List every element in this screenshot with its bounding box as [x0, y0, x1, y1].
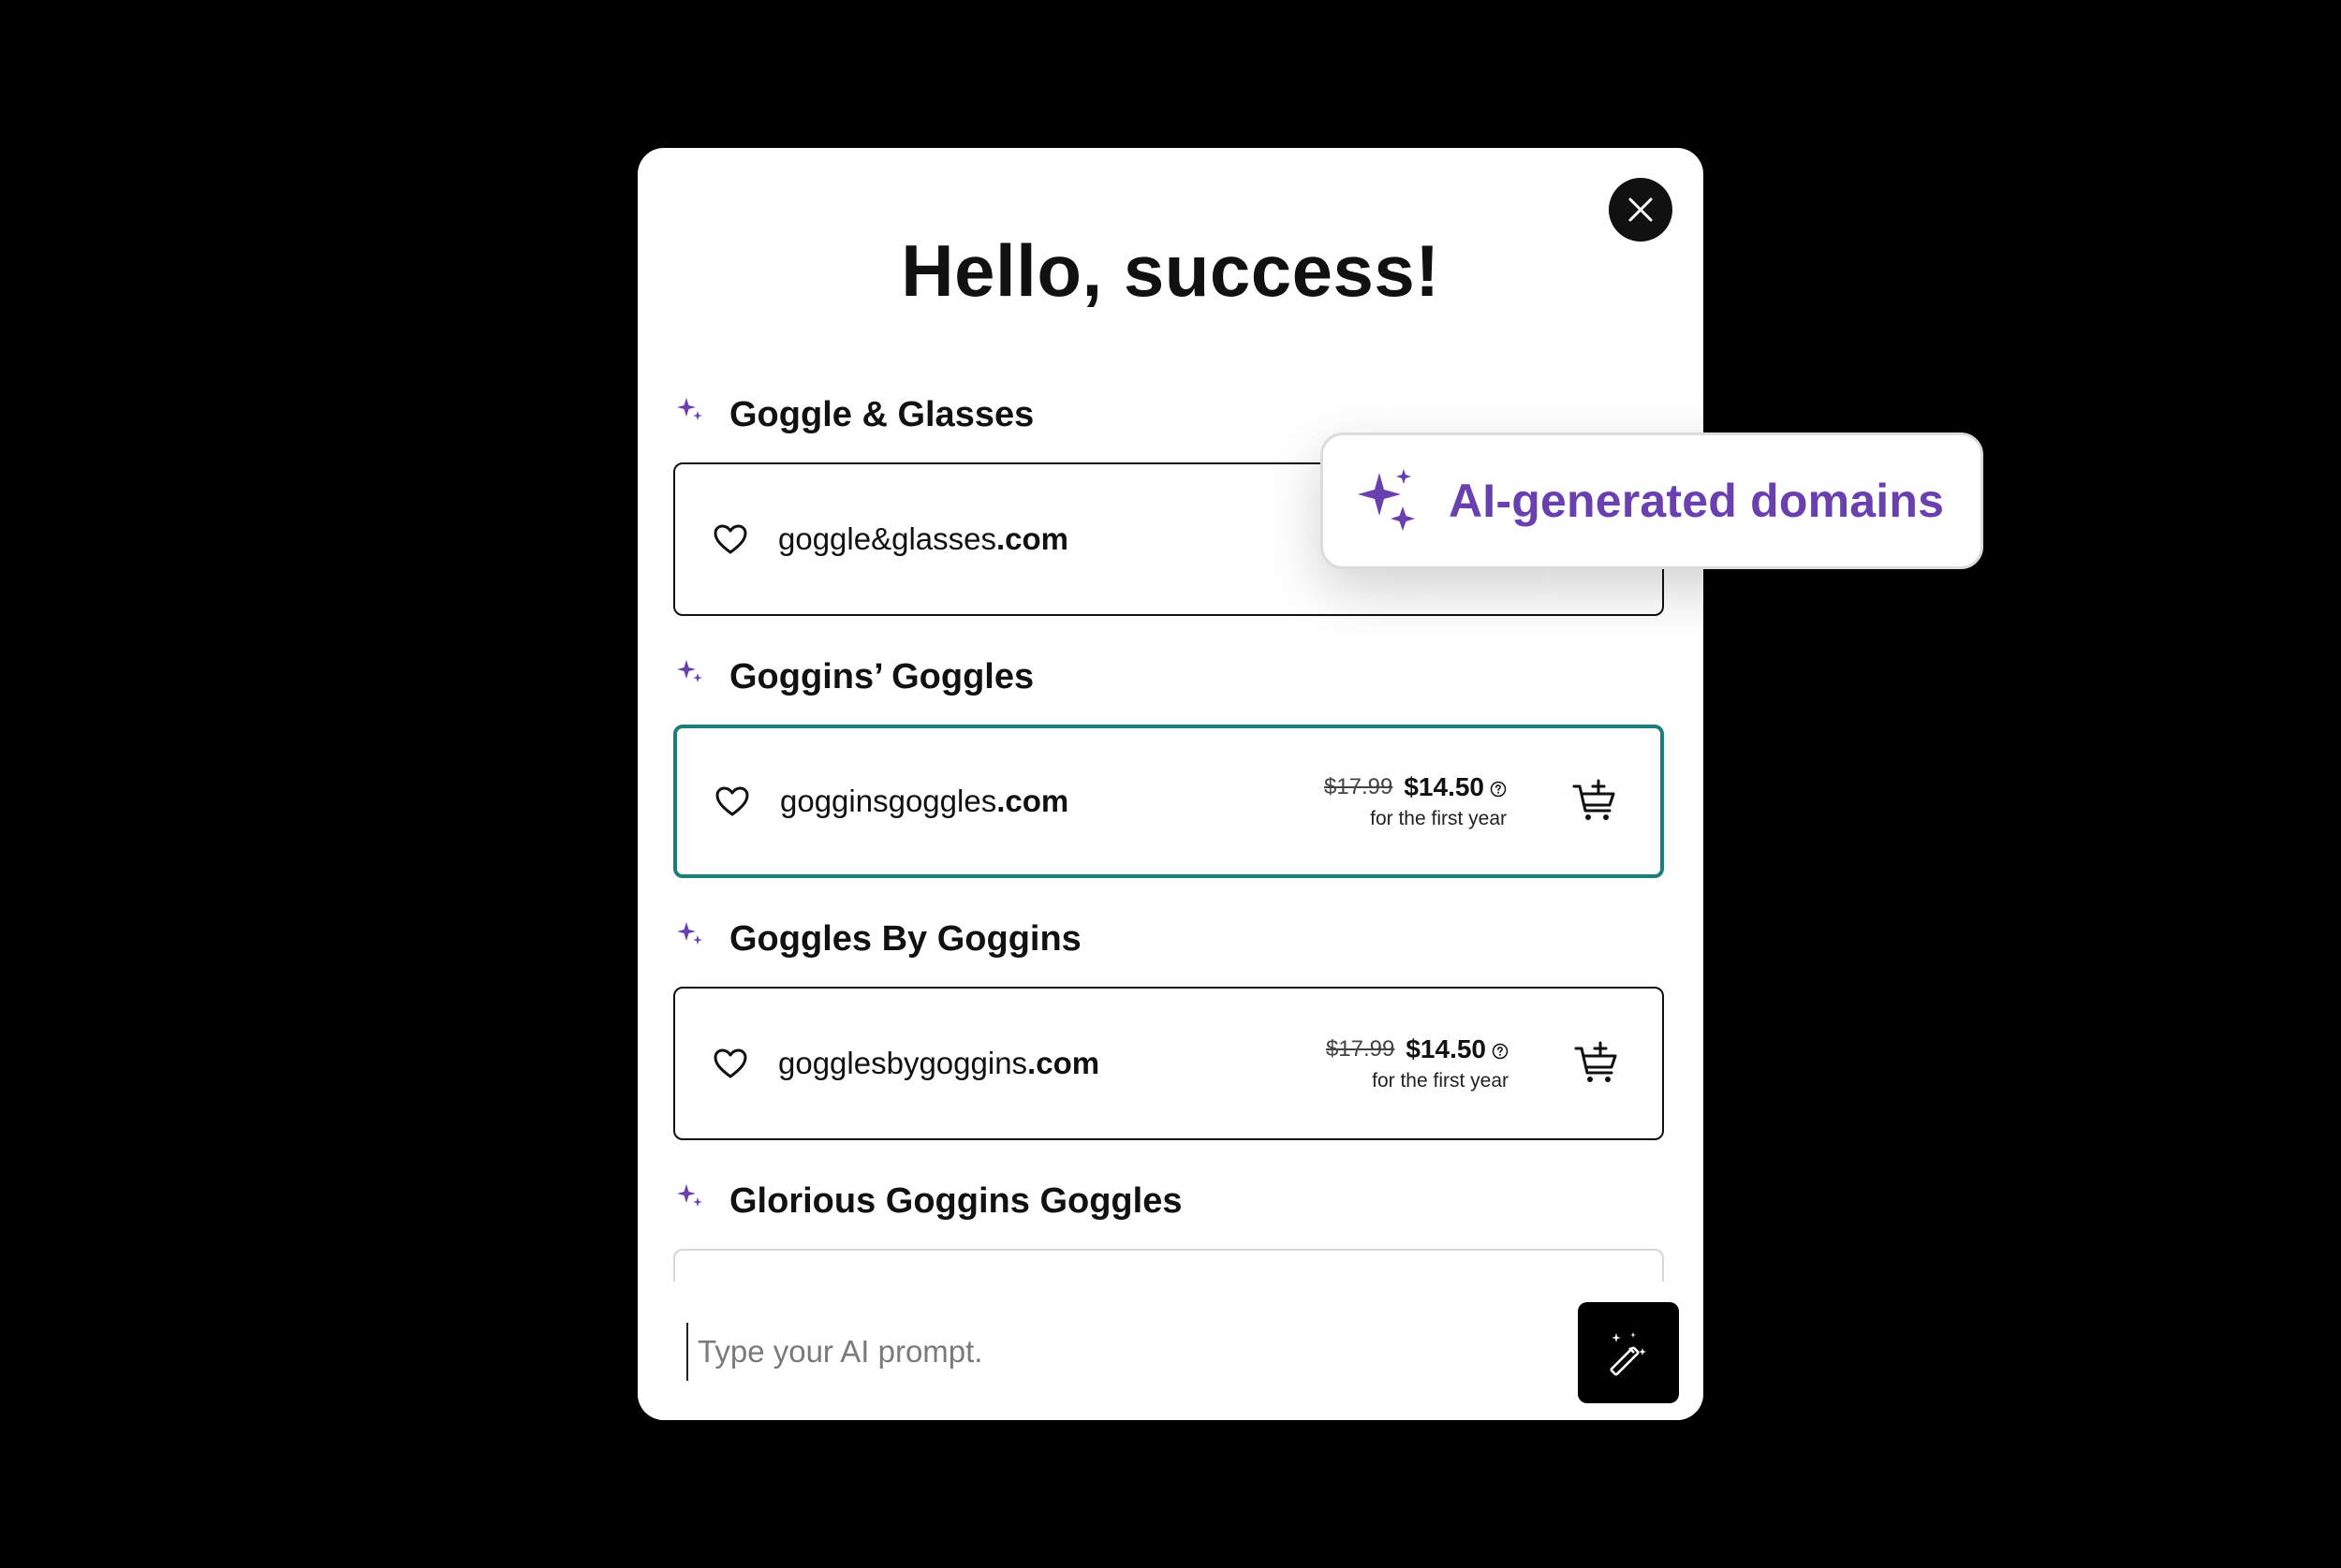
old-price: $17.99 [1325, 1036, 1395, 1062]
domain-name: gogginsgoggles.com [780, 784, 1069, 818]
heart-icon[interactable] [713, 1047, 748, 1080]
group-label-text: Goggles By Goggins [729, 918, 1082, 959]
price-block: $17.99 $14.50 for the first year [1326, 1034, 1509, 1092]
new-price: $14.50 [1404, 772, 1484, 801]
group-label-text: Goggins’ Goggles [729, 656, 1035, 696]
ai-generated-badge: AI-generated domains [1320, 432, 1983, 569]
generate-button[interactable] [1578, 1302, 1679, 1403]
price-note: for the first year [1372, 1070, 1509, 1092]
heart-icon[interactable] [713, 522, 748, 556]
domain-name: goggle&glasses.com [778, 521, 1069, 556]
group-label-goggins-goggles: Goggins’ Goggles [675, 653, 1034, 700]
question-icon[interactable] [1492, 1043, 1509, 1060]
domain-card-gogglesbygoggins[interactable]: gogglesbygoggins.com $17.99 $14.50 for t… [673, 987, 1664, 1140]
new-price: $14.50 [1406, 1034, 1486, 1063]
page-title: Hello, success! [901, 229, 1440, 312]
group-label-goggles-by-goggins: Goggles By Goggins [675, 916, 1082, 962]
badge-label: AI-generated domains [1449, 475, 1945, 527]
close-icon [1628, 198, 1653, 222]
price-note: for the first year [1370, 808, 1507, 829]
old-price: $17.99 [1323, 774, 1393, 799]
magic-wand-icon [1610, 1332, 1646, 1376]
ai-prompt-input[interactable] [686, 1323, 1542, 1381]
group-label-glorious-goggins-goggles: Glorious Goggins Goggles [675, 1178, 1182, 1224]
price-block: $17.99 $14.50 for the first year [1324, 772, 1507, 830]
group-label-text: Glorious Goggins Goggles [729, 1180, 1183, 1221]
domain-suggestions-modal: Hello, success! Goggle & Glasses goggle&… [638, 148, 1703, 1420]
sparkle-icon [677, 1184, 702, 1207]
group-label-goggle-glasses: Goggle & Glasses [675, 391, 1034, 438]
prompt-bar [638, 1282, 1703, 1420]
sparkle-icon [677, 398, 702, 420]
sparkle-icon [677, 660, 702, 682]
domain-name: gogglesbygoggins.com [778, 1046, 1100, 1080]
heart-icon[interactable] [714, 784, 750, 818]
sparkle-icon [677, 922, 702, 945]
question-icon[interactable] [1490, 781, 1507, 798]
add-to-cart-icon[interactable] [1574, 1041, 1619, 1086]
domain-card-gogginsgoggles[interactable]: gogginsgoggles.com $17.99 $14.50 for the… [673, 725, 1664, 878]
close-button[interactable] [1609, 178, 1672, 242]
add-to-cart-icon[interactable] [1572, 779, 1617, 824]
sparkle-icon [1358, 469, 1415, 531]
group-label-text: Goggle & Glasses [729, 394, 1035, 434]
